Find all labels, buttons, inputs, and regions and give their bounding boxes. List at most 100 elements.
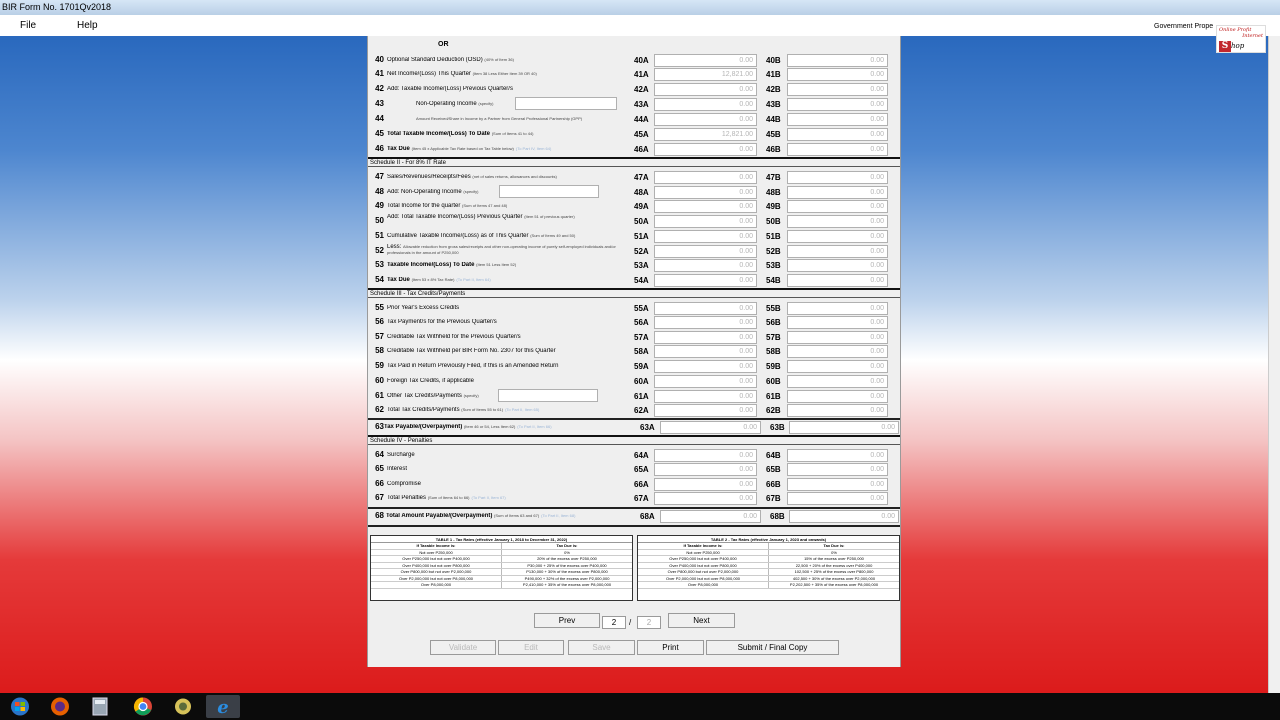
amount-field-60B[interactable]: 0.00 (787, 375, 888, 388)
item-code-b: 49B (766, 202, 781, 211)
amount-field-41A[interactable]: 12,821.00 (654, 68, 757, 81)
amount-field-53A[interactable]: 0.00 (654, 259, 757, 272)
amount-field-49B[interactable]: 0.00 (787, 200, 888, 213)
amount-field-59A[interactable]: 0.00 (654, 360, 757, 373)
save-button[interactable]: Save (568, 640, 635, 655)
item-code-b: 46B (766, 145, 781, 154)
item-label-hint: (To Part II, Item 68) (541, 513, 576, 518)
amount-field-52B[interactable]: 0.00 (787, 245, 888, 258)
item-code-a: 62A (634, 406, 649, 415)
amount-field-58B[interactable]: 0.00 (787, 345, 888, 358)
chrome-icon[interactable] (126, 695, 160, 718)
menu-file[interactable]: File (20, 20, 36, 31)
amount-field-58A[interactable]: 0.00 (654, 345, 757, 358)
item-code-b: 64B (766, 451, 781, 460)
amount-field-65B[interactable]: 0.00 (787, 463, 888, 476)
amount-field-66B[interactable]: 0.00 (787, 478, 888, 491)
amount-field-68B[interactable]: 0.00 (789, 510, 899, 523)
amount-field-53B[interactable]: 0.00 (787, 259, 888, 272)
firefox-icon[interactable] (43, 695, 77, 718)
amount-field-42B[interactable]: 0.00 (787, 83, 888, 96)
amount-field-50A[interactable]: 0.00 (654, 215, 757, 228)
amount-field-56A[interactable]: 0.00 (654, 316, 757, 329)
amount-field-68A[interactable]: 0.00 (660, 510, 761, 523)
amount-field-63B[interactable]: 0.00 (789, 421, 899, 434)
tax-bracket: Over P400,000 but not over P800,000 (638, 562, 769, 568)
amount-field-46B[interactable]: 0.00 (787, 143, 888, 156)
item-number: 42 (375, 84, 384, 93)
item-code-a: 46A (634, 145, 649, 154)
amount-field-54B[interactable]: 0.00 (787, 274, 888, 287)
amount-field-44B[interactable]: 0.00 (787, 113, 888, 126)
amount-field-56B[interactable]: 0.00 (787, 316, 888, 329)
amount-field-50B[interactable]: 0.00 (787, 215, 888, 228)
item-number: 49 (375, 201, 384, 210)
item-code-b: 52B (766, 247, 781, 256)
watermark-logo: Online Profit Internet Shop (1216, 25, 1266, 53)
amount-field-60A[interactable]: 0.00 (654, 375, 757, 388)
amount-field-57B[interactable]: 0.00 (787, 331, 888, 344)
amount-field-40A[interactable]: 0.00 (654, 54, 757, 67)
amount-field-43B[interactable]: 0.00 (787, 98, 888, 111)
amount-field-46A[interactable]: 0.00 (654, 143, 757, 156)
prev-button[interactable]: Prev (534, 613, 600, 628)
amount-field-47A[interactable]: 0.00 (654, 171, 757, 184)
amount-field-63A[interactable]: 0.00 (660, 421, 761, 434)
amount-field-48A[interactable]: 0.00 (654, 186, 757, 199)
amount-field-54A[interactable]: 0.00 (654, 274, 757, 287)
amount-field-41B[interactable]: 0.00 (787, 68, 888, 81)
specify-input[interactable] (515, 97, 617, 110)
specify-input[interactable] (499, 185, 599, 198)
amount-field-55A[interactable]: 0.00 (654, 302, 757, 315)
tax-bracket: Over P8,000,000 (638, 582, 769, 588)
start-orb-icon[interactable] (3, 695, 37, 718)
amount-field-61B[interactable]: 0.00 (787, 390, 888, 403)
amount-field-67B[interactable]: 0.00 (787, 492, 888, 505)
amount-field-51A[interactable]: 0.00 (654, 230, 757, 243)
amount-field-66A[interactable]: 0.00 (654, 478, 757, 491)
amount-field-45A[interactable]: 12,821.00 (654, 128, 757, 141)
item-label-note: (specify) (478, 101, 494, 106)
amount-field-49A[interactable]: 0.00 (654, 200, 757, 213)
item-number: 67 (375, 493, 384, 502)
form-row-50: 50 Add: Total Taxable Income/(Loss) Previ… (368, 214, 900, 229)
right-scrollbar[interactable] (1268, 36, 1280, 693)
form-row-63: 63 Tax Payable/(Overpayment) (Item 46 or … (368, 421, 900, 435)
item-number: 44 (375, 114, 384, 123)
app-icon[interactable] (166, 695, 200, 718)
amount-field-64B[interactable]: 0.00 (787, 449, 888, 462)
next-button[interactable]: Next (668, 613, 735, 628)
amount-field-43A[interactable]: 0.00 (654, 98, 757, 111)
amount-field-45B[interactable]: 0.00 (787, 128, 888, 141)
edit-button[interactable]: Edit (498, 640, 564, 655)
specify-input[interactable] (498, 389, 598, 402)
calculator-icon[interactable] (83, 695, 117, 718)
amount-field-61A[interactable]: 0.00 (654, 390, 757, 403)
amount-field-59B[interactable]: 0.00 (787, 360, 888, 373)
amount-field-57A[interactable]: 0.00 (654, 331, 757, 344)
amount-field-67A[interactable]: 0.00 (654, 492, 757, 505)
amount-field-62B[interactable]: 0.00 (787, 404, 888, 417)
amount-field-51B[interactable]: 0.00 (787, 230, 888, 243)
item-number: 57 (375, 332, 384, 341)
amount-field-48B[interactable]: 0.00 (787, 186, 888, 199)
amount-field-47B[interactable]: 0.00 (787, 171, 888, 184)
item-label-note: (Item 53 x 8% Tax Rate) (411, 277, 455, 282)
amount-field-40B[interactable]: 0.00 (787, 54, 888, 67)
amount-field-44A[interactable]: 0.00 (654, 113, 757, 126)
item-code-a: 45A (634, 130, 649, 139)
submit-final-copy-button[interactable]: Submit / Final Copy (706, 640, 839, 655)
amount-field-64A[interactable]: 0.00 (654, 449, 757, 462)
amount-field-55B[interactable]: 0.00 (787, 302, 888, 315)
amount-field-65A[interactable]: 0.00 (654, 463, 757, 476)
validate-button[interactable]: Validate (430, 640, 496, 655)
amount-field-52A[interactable]: 0.00 (654, 245, 757, 258)
item-label-text: Cumulative Taxable Income/(Loss) as of T… (387, 233, 529, 239)
item-code-b: 44B (766, 115, 781, 124)
print-button[interactable]: Print (637, 640, 704, 655)
menu-help[interactable]: Help (77, 20, 98, 31)
internet-explorer-icon[interactable]: e (206, 695, 240, 718)
amount-field-62A[interactable]: 0.00 (654, 404, 757, 417)
amount-field-42A[interactable]: 0.00 (654, 83, 757, 96)
current-page-field[interactable]: 2 (602, 616, 626, 629)
